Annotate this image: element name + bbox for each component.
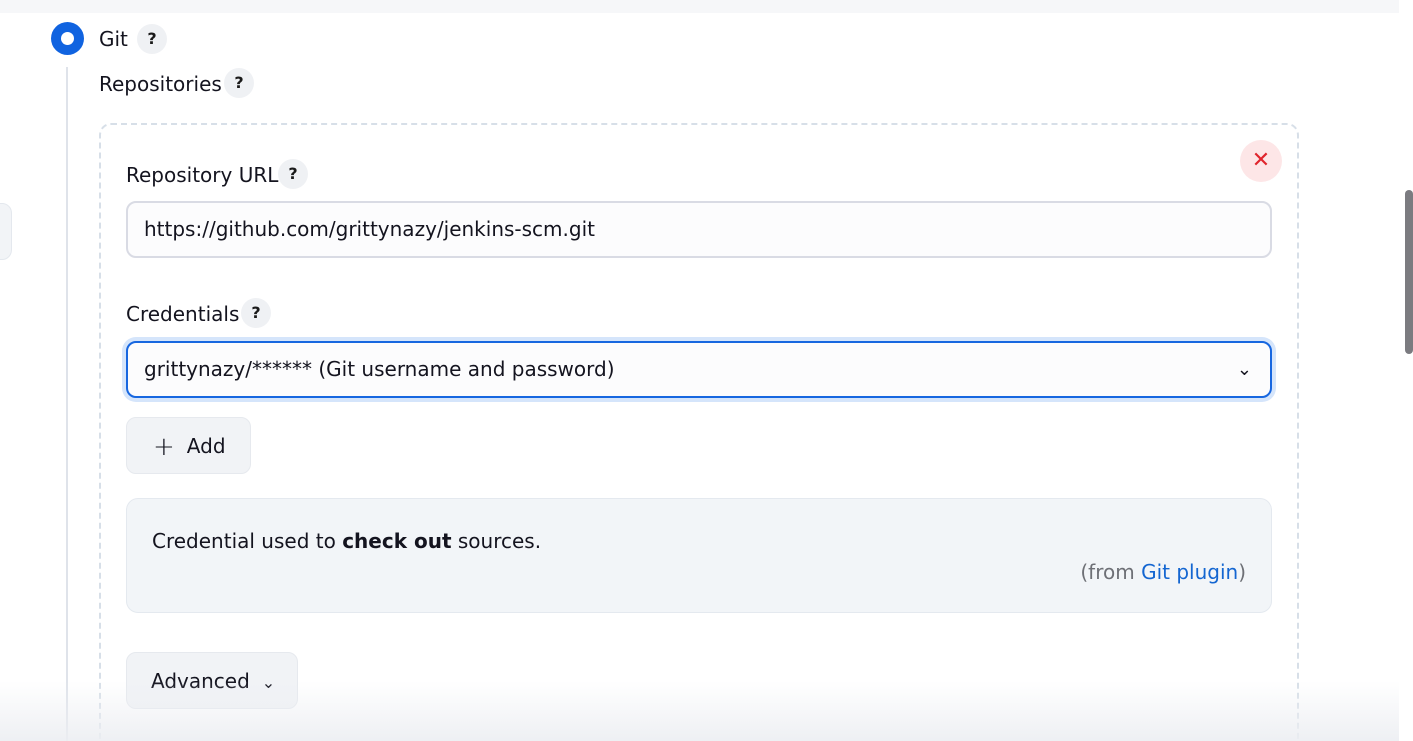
repository-url-label: Repository URL <box>126 163 279 187</box>
git-plugin-link[interactable]: Git plugin <box>1141 560 1238 584</box>
help-text-start: Credential used to <box>152 529 343 553</box>
advanced-button-label: Advanced <box>151 669 250 693</box>
advanced-button[interactable]: Advanced ⌄ <box>126 652 298 709</box>
credentials-label: Credentials <box>126 302 240 326</box>
git-help-icon[interactable]: ? <box>137 24 167 54</box>
repository-url-help-icon[interactable]: ? <box>278 159 308 189</box>
help-text-bold: check out <box>342 529 452 553</box>
credentials-help-icon[interactable]: ? <box>241 298 271 328</box>
repositories-label: Repositories <box>99 72 222 96</box>
help-source-prefix: (from <box>1080 560 1142 584</box>
add-button-label: Add <box>186 434 226 458</box>
top-strip <box>0 0 1399 13</box>
git-radio[interactable] <box>51 22 84 55</box>
chevron-down-icon: ⌄ <box>1236 359 1252 380</box>
help-source: (from Git plugin) <box>1080 560 1246 584</box>
repository-url-input[interactable]: https://github.com/grittynazy/jenkins-sc… <box>126 201 1272 258</box>
credentials-select[interactable]: grittynazy/****** (Git username and pass… <box>126 341 1272 398</box>
help-source-suffix: ) <box>1238 560 1246 584</box>
help-text: Credential used to check out sources. <box>152 529 541 553</box>
help-text-end: sources. <box>451 529 542 553</box>
side-tab[interactable] <box>0 203 12 260</box>
credentials-help-panel: Credential used to check out sources. (f… <box>126 498 1272 613</box>
git-option-label: Git <box>99 27 128 51</box>
scrollbar-track[interactable] <box>1399 0 1413 741</box>
close-icon[interactable]: ✕ <box>1240 140 1282 182</box>
plus-icon: + <box>153 432 175 462</box>
repositories-help-icon[interactable]: ? <box>224 68 254 98</box>
chevron-down-icon: ⌄ <box>261 673 276 692</box>
add-credentials-button[interactable]: + Add <box>126 417 251 474</box>
scrollbar-thumb[interactable] <box>1405 190 1413 354</box>
section-guide-line <box>66 67 68 741</box>
credentials-select-value: grittynazy/****** (Git username and pass… <box>144 357 615 381</box>
